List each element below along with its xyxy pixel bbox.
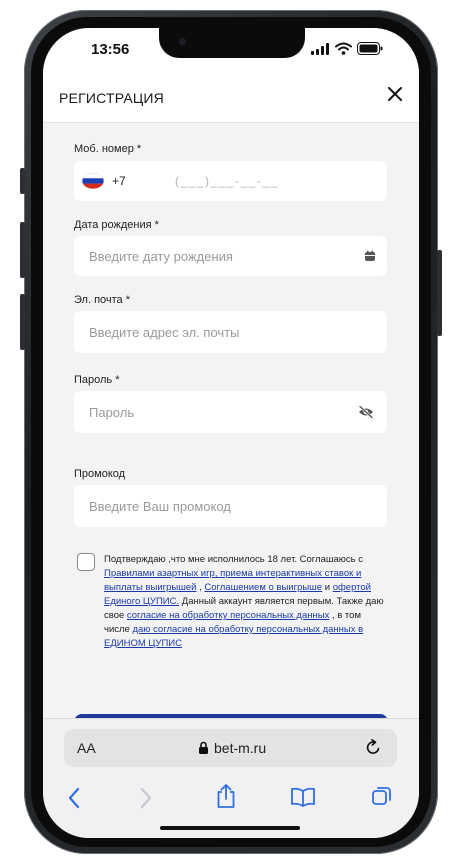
- modal-header: РЕГИСТРАЦИЯ: [43, 72, 419, 123]
- battery-icon: [357, 42, 383, 55]
- home-indicator: [160, 826, 300, 830]
- consent-text-1: Подтверждаю ,что мне исполнилось 18 лет.…: [104, 554, 363, 565]
- power-button: [437, 250, 442, 336]
- winnings-agreement-link[interactable]: Соглашением о выигрыше: [204, 582, 322, 593]
- close-icon[interactable]: [386, 85, 404, 103]
- bookmarks-icon[interactable]: [290, 787, 316, 807]
- promo-label: Промокод: [74, 468, 126, 480]
- consent-checkbox[interactable]: [77, 553, 95, 571]
- screen: 13:56 РЕГИСТРАЦИЯ Моб. номер * +7 (___)_…: [43, 28, 419, 838]
- birth-date-input[interactable]: Введите дату рождения: [89, 249, 233, 264]
- password-label: Пароль *: [74, 374, 120, 386]
- signal-icon: [311, 43, 329, 55]
- country-code: +7: [112, 174, 126, 188]
- forward-icon[interactable]: [139, 787, 153, 809]
- promo-input[interactable]: Введите Ваш промокод: [89, 499, 231, 514]
- birth-label: Дата рождения *: [74, 219, 159, 231]
- status-time: 13:56: [91, 41, 130, 58]
- email-field[interactable]: Введите адрес эл. почты: [74, 311, 387, 353]
- status-bar: 13:56: [43, 28, 419, 72]
- share-icon[interactable]: [215, 783, 237, 809]
- volume-down-button: [20, 294, 25, 350]
- page-title: РЕГИСТРАЦИЯ: [59, 90, 164, 106]
- lock-icon: [199, 741, 208, 754]
- address-bar[interactable]: AA bet-m.ru: [64, 729, 397, 767]
- birth-date-field[interactable]: Введите дату рождения: [74, 236, 387, 276]
- consent-text: Подтверждаю ,что мне исполнилось 18 лет.…: [104, 553, 389, 651]
- reload-icon[interactable]: [365, 739, 382, 756]
- promo-field[interactable]: Введите Ваш промокод: [74, 485, 387, 527]
- url-text[interactable]: bet-m.ru: [214, 740, 266, 756]
- phone-field[interactable]: +7 (___)___-__-__: [74, 161, 387, 201]
- front-camera: [179, 38, 186, 45]
- consent-text-3: и: [322, 582, 333, 593]
- tabs-icon[interactable]: [371, 785, 393, 807]
- phone-input[interactable]: (___)___-__-__: [175, 174, 279, 188]
- password-input[interactable]: Пароль: [89, 405, 134, 420]
- phone-label: Моб. номер *: [74, 143, 142, 155]
- eye-off-icon[interactable]: [358, 405, 374, 419]
- russia-flag-icon: [82, 173, 104, 189]
- action-button: [20, 168, 25, 194]
- email-label: Эл. почта *: [74, 294, 131, 306]
- text-size-button[interactable]: AA: [77, 740, 96, 756]
- wifi-icon: [335, 42, 352, 55]
- calendar-icon[interactable]: [364, 250, 376, 262]
- email-input[interactable]: Введите адрес эл. почты: [89, 325, 239, 340]
- password-field[interactable]: Пароль: [74, 391, 387, 433]
- back-icon[interactable]: [67, 787, 81, 809]
- browser-toolbar: AA bet-m.ru: [43, 718, 419, 838]
- personal-data-link[interactable]: согласие на обработку персональных данны…: [127, 610, 329, 621]
- cupis-personal-data-link[interactable]: даю согласие на обработку персональных д…: [104, 624, 363, 649]
- volume-up-button: [20, 222, 25, 278]
